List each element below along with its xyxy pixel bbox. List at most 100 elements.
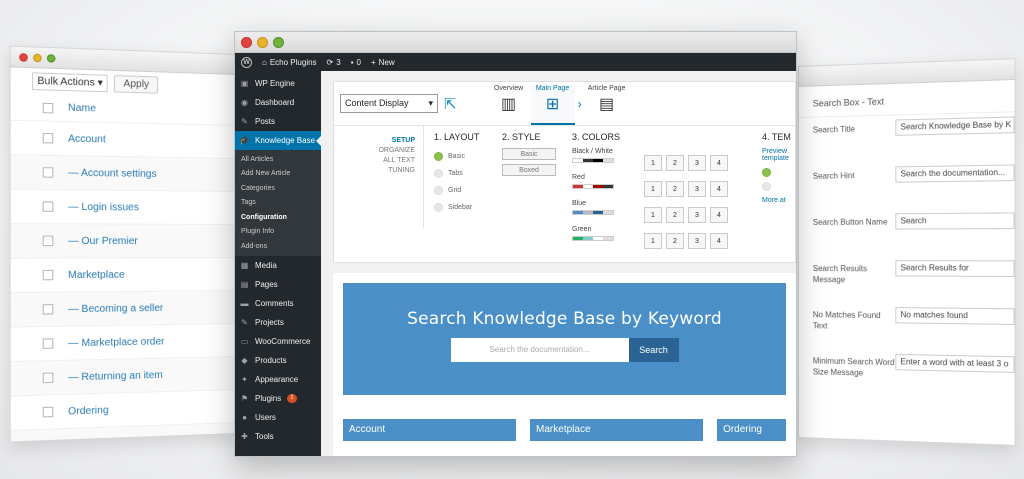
sidebar-item-woocommerce[interactable]: ▭ WooCommerce <box>235 332 321 351</box>
search-input[interactable]: Search the documentation... <box>450 338 629 362</box>
tab-article-page[interactable]: Article Page ▤ <box>585 85 629 125</box>
submenu-item[interactable]: All Articles <box>235 152 321 167</box>
submenu-item[interactable]: Tags <box>235 196 321 211</box>
sidebar-item-products[interactable]: ◆ Products <box>235 351 321 370</box>
external-link-icon[interactable]: ⇱ <box>444 95 457 113</box>
category-link[interactable]: — Becoming a seller <box>68 302 163 314</box>
color-variant-button[interactable]: 4 <box>710 181 728 197</box>
row-checkbox[interactable] <box>42 304 54 315</box>
tab-main-page[interactable]: Main Page ⊞ <box>530 85 575 125</box>
category-link[interactable]: — Order processing <box>68 436 160 442</box>
sidebar-item-media[interactable]: ▦ Media <box>235 256 321 275</box>
category-link[interactable]: Ordering <box>68 404 109 417</box>
config-nav-item[interactable]: TUNING <box>334 166 415 176</box>
color-variant-button[interactable]: 2 <box>666 233 684 249</box>
new-content-link[interactable]: + New <box>371 58 395 67</box>
config-nav-item[interactable]: ALL TEXT <box>334 156 415 166</box>
setting-input[interactable]: Search the documentation... <box>895 164 1015 183</box>
submenu-item[interactable]: Plugin Info <box>235 225 321 240</box>
color-variant-button[interactable]: 3 <box>688 155 706 171</box>
sidebar-item-dashboard[interactable]: ◉ Dashboard <box>235 93 321 112</box>
category-box[interactable]: Account <box>343 419 517 441</box>
submenu-item[interactable]: Configuration <box>235 210 321 225</box>
select-all-checkbox[interactable] <box>42 102 54 113</box>
radio-button[interactable] <box>434 203 443 212</box>
sidebar-item-plugins[interactable]: ⚑ Plugins 1 <box>235 389 321 408</box>
name-column-header[interactable]: Name <box>68 102 96 114</box>
sidebar-item-projects[interactable]: ✎ Projects <box>235 313 321 332</box>
sidebar-item-pages[interactable]: ▤ Pages <box>235 275 321 294</box>
minimize-window-icon[interactable] <box>33 53 42 62</box>
radio-button[interactable] <box>434 152 443 161</box>
search-button[interactable]: Search <box>628 338 679 362</box>
color-variant-button[interactable]: 1 <box>644 155 662 171</box>
sidebar-item-comments[interactable]: ▬ Comments <box>235 294 321 313</box>
sidebar-item-appearance[interactable]: ✦ Appearance <box>235 370 321 389</box>
category-link[interactable]: — Account settings <box>68 167 157 179</box>
tab-overview[interactable]: Overview ▥ <box>487 85 531 125</box>
radio-button[interactable] <box>434 186 443 195</box>
close-window-icon[interactable] <box>19 52 28 62</box>
site-name-link[interactable]: ⌂ Echo Plugins <box>262 58 317 67</box>
color-variant-button[interactable]: 1 <box>644 181 662 197</box>
color-variant-button[interactable]: 1 <box>644 233 662 249</box>
layout-option[interactable]: Sidebar <box>434 199 492 216</box>
color-variant-button[interactable]: 4 <box>710 155 728 171</box>
category-link[interactable]: — Returning an item <box>68 369 163 383</box>
wordpress-logo-icon[interactable]: W <box>241 56 252 68</box>
row-checkbox[interactable] <box>42 235 54 247</box>
row-checkbox[interactable] <box>42 338 54 349</box>
style-option-button[interactable]: Boxed <box>502 164 556 176</box>
sidebar-item-users[interactable]: ● Users <box>235 408 321 427</box>
template-radio-selected[interactable] <box>762 168 771 177</box>
category-link[interactable]: Marketplace <box>68 269 125 281</box>
color-variant-button[interactable]: 2 <box>666 155 684 171</box>
sidebar-item-knowledge-base[interactable]: 🎓 Knowledge Base <box>235 131 321 150</box>
setting-input[interactable]: Enter a word with at least 3 o <box>895 353 1015 373</box>
category-link[interactable]: — Our Premier <box>68 235 138 246</box>
category-link[interactable]: — Marketplace order <box>68 336 164 349</box>
row-checkbox[interactable] <box>42 201 54 212</box>
minimize-window-icon[interactable] <box>257 36 268 48</box>
setting-input[interactable]: Search Knowledge Base by K <box>895 116 1015 136</box>
color-variant-button[interactable]: 4 <box>710 233 728 249</box>
sidebar-item-posts[interactable]: ✎ Posts <box>235 112 321 131</box>
maximize-window-icon[interactable] <box>273 36 284 48</box>
bulk-actions-select[interactable]: Bulk Actions ▾ <box>32 72 109 93</box>
setting-input[interactable]: Search Results for <box>895 260 1015 278</box>
layout-option[interactable]: Basic <box>434 148 492 165</box>
color-variant-button[interactable]: 4 <box>710 207 728 223</box>
color-variant-button[interactable]: 2 <box>666 207 684 223</box>
color-variant-button[interactable]: 1 <box>644 207 662 223</box>
color-variant-button[interactable]: 3 <box>688 181 706 197</box>
row-checkbox[interactable] <box>42 372 54 384</box>
submenu-item[interactable]: Categories <box>235 181 321 196</box>
color-variant-button[interactable]: 3 <box>688 207 706 223</box>
apply-button[interactable]: Apply <box>114 74 159 94</box>
preview-link[interactable]: Preview <box>762 148 792 155</box>
updates-link[interactable]: ⟳ 3 <box>327 58 341 67</box>
submenu-item[interactable]: Add-ons <box>235 239 321 254</box>
close-window-icon[interactable] <box>241 36 252 48</box>
config-nav-item[interactable]: ORGANIZE <box>334 146 415 156</box>
category-link[interactable]: Account <box>68 133 106 145</box>
style-option-button[interactable]: Basic <box>502 148 556 160</box>
row-checkbox[interactable] <box>42 167 54 178</box>
layout-option[interactable]: Grid <box>434 182 492 199</box>
category-box[interactable]: Ordering <box>717 419 787 441</box>
category-link[interactable]: — Login issues <box>68 201 139 213</box>
template-radio[interactable] <box>762 182 771 191</box>
row-checkbox[interactable] <box>42 269 54 281</box>
submenu-item[interactable]: Add New Article <box>235 167 321 182</box>
category-box[interactable]: Marketplace <box>530 419 704 441</box>
row-checkbox[interactable] <box>42 132 54 144</box>
comments-link[interactable]: ▪ 0 <box>351 58 361 67</box>
row-checkbox[interactable] <box>42 406 54 418</box>
sidebar-item-tools[interactable]: ✚ Tools <box>235 427 321 446</box>
maximize-window-icon[interactable] <box>46 53 56 63</box>
radio-button[interactable] <box>434 169 443 178</box>
setting-input[interactable]: No matches found <box>895 307 1015 325</box>
config-nav-item[interactable]: SETUP <box>334 136 415 146</box>
color-variant-button[interactable]: 3 <box>688 233 706 249</box>
content-type-select[interactable]: Content Display ▾ <box>340 94 438 113</box>
